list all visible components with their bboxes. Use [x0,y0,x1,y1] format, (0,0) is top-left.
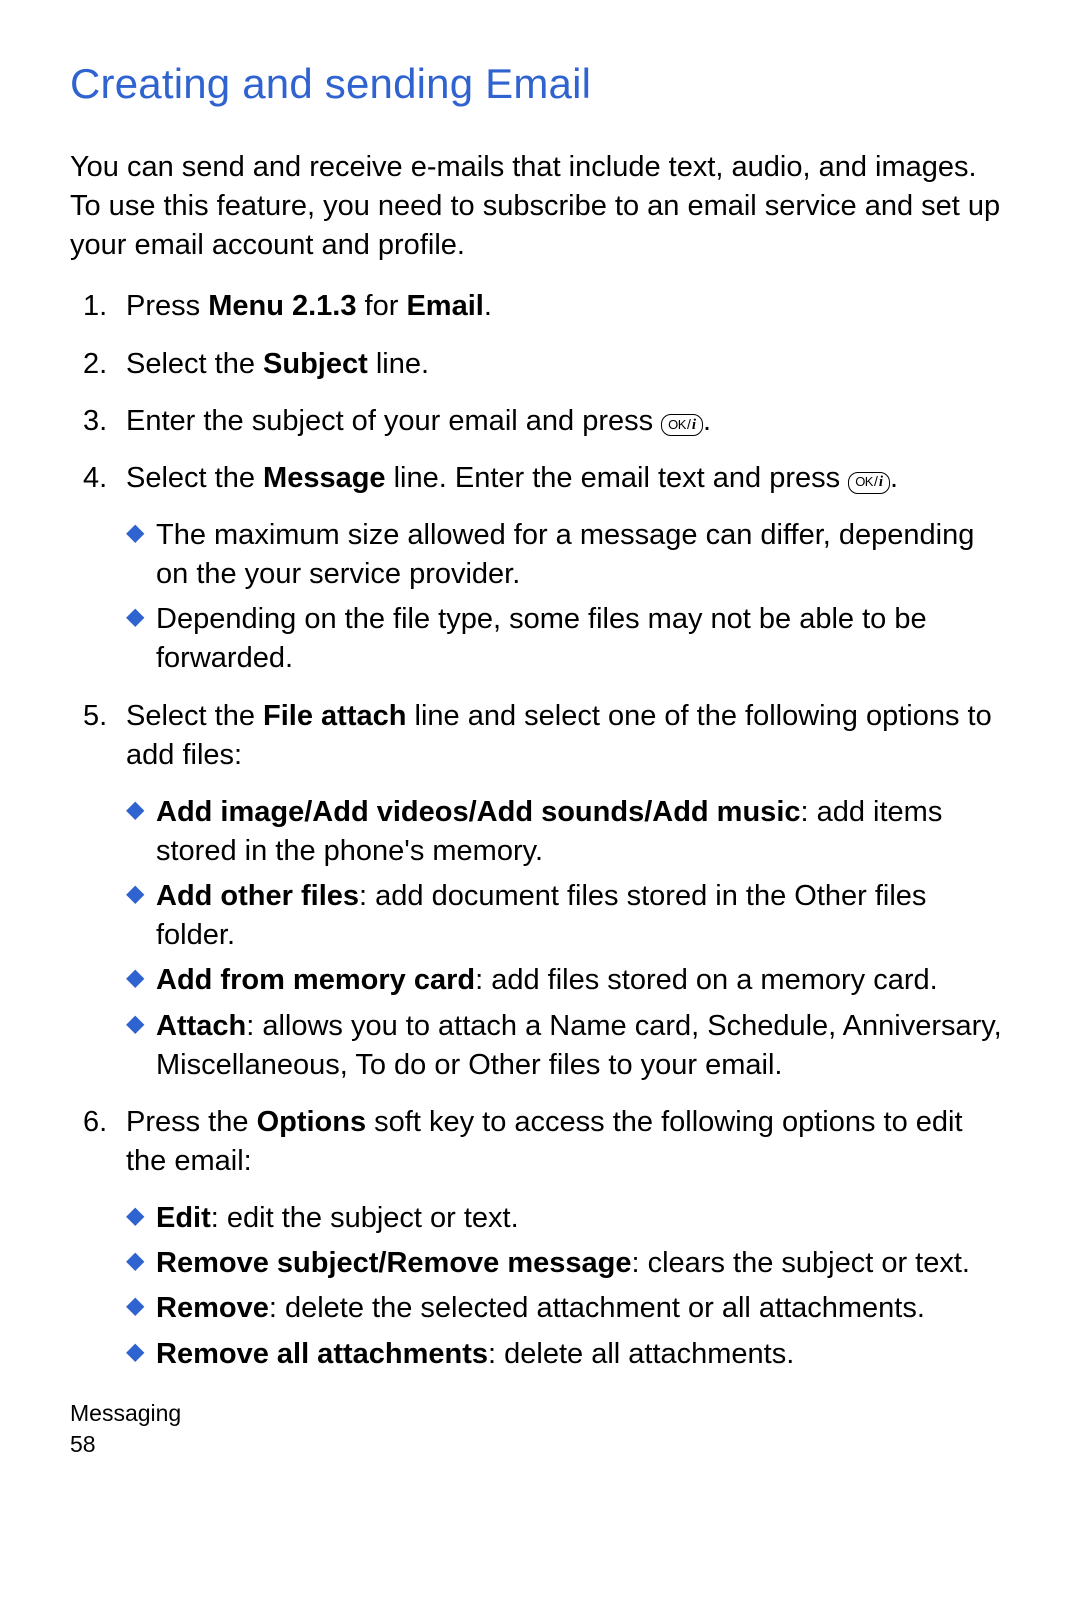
bold: Remove subject/Remove message [156,1247,632,1279]
bold: Add from memory card [156,964,475,996]
page-title: Creating and sending Email [70,60,1010,108]
list-item: Add image/Add videos/Add sounds/Add musi… [126,793,1010,871]
text: Select the [126,700,263,732]
text: line. Enter the email text and press [386,462,849,494]
bold: Add image/Add videos/Add sounds/Add musi… [156,796,801,828]
manual-page: Creating and sending Email You can send … [0,0,1080,1620]
step-2: Select the Subject line. [70,345,1010,384]
bold: Options [257,1106,367,1138]
text: : clears the subject or text. [632,1247,970,1279]
text: : delete all attachments. [488,1338,794,1370]
bold: Subject [263,348,368,380]
intro-paragraph: You can send and receive e-mails that in… [70,148,1010,265]
list-item: Remove: delete the selected attachment o… [126,1289,1010,1328]
bullet-list: The maximum size allowed for a message c… [126,516,1010,679]
text: Select the [126,348,263,380]
text: line. [368,348,429,380]
text: : delete the selected attachment or all … [269,1292,925,1324]
step-list: Press Menu 2.1.3 for Email. Select the S… [70,287,1010,1373]
bold: Message [263,462,386,494]
section-name: Messaging [70,1398,181,1429]
bold: File attach [263,700,406,732]
text: . [890,462,898,494]
text: : edit the subject or text. [211,1202,519,1234]
page-number: 58 [70,1429,181,1460]
list-item: Attach: allows you to attach a Name card… [126,1007,1010,1085]
bullet-list: Add image/Add videos/Add sounds/Add musi… [126,793,1010,1085]
text: Select the [126,462,263,494]
text: . [703,405,711,437]
text: for [356,290,406,322]
text: : add files stored on a memory card. [475,964,938,996]
bold: Email [406,290,483,322]
step-3: Enter the subject of your email and pres… [70,402,1010,441]
bold: Menu 2.1.3 [208,290,356,322]
list-item: Remove all attachments: delete all attac… [126,1335,1010,1374]
page-footer: Messaging 58 [70,1398,181,1460]
bullet-list: Edit: edit the subject or text. Remove s… [126,1199,1010,1374]
list-item: Remove subject/Remove message: clears th… [126,1244,1010,1283]
step-1: Press Menu 2.1.3 for Email. [70,287,1010,326]
bold: Edit [156,1202,211,1234]
step-5: Select the File attach line and select o… [70,697,1010,1085]
list-item: Edit: edit the subject or text. [126,1199,1010,1238]
list-item: Depending on the file type, some files m… [126,600,1010,678]
bold: Add other files [156,880,359,912]
list-item: Add from memory card: add files stored o… [126,961,1010,1000]
step-6: Press the Options soft key to access the… [70,1103,1010,1374]
ok-key-icon: OK/i [848,472,890,494]
bold: Remove all attachments [156,1338,488,1370]
list-item: Add other files: add document files stor… [126,877,1010,955]
bold: Attach [156,1010,246,1042]
text: Enter the subject of your email and pres… [126,405,661,437]
step-4: Select the Message line. Enter the email… [70,459,1010,679]
text: : allows you to attach a Name card, Sche… [156,1010,1002,1081]
list-item: The maximum size allowed for a message c… [126,516,1010,594]
text: . [484,290,492,322]
text: Press the [126,1106,257,1138]
text: Press [126,290,208,322]
bold: Remove [156,1292,269,1324]
ok-key-icon: OK/i [661,414,703,436]
